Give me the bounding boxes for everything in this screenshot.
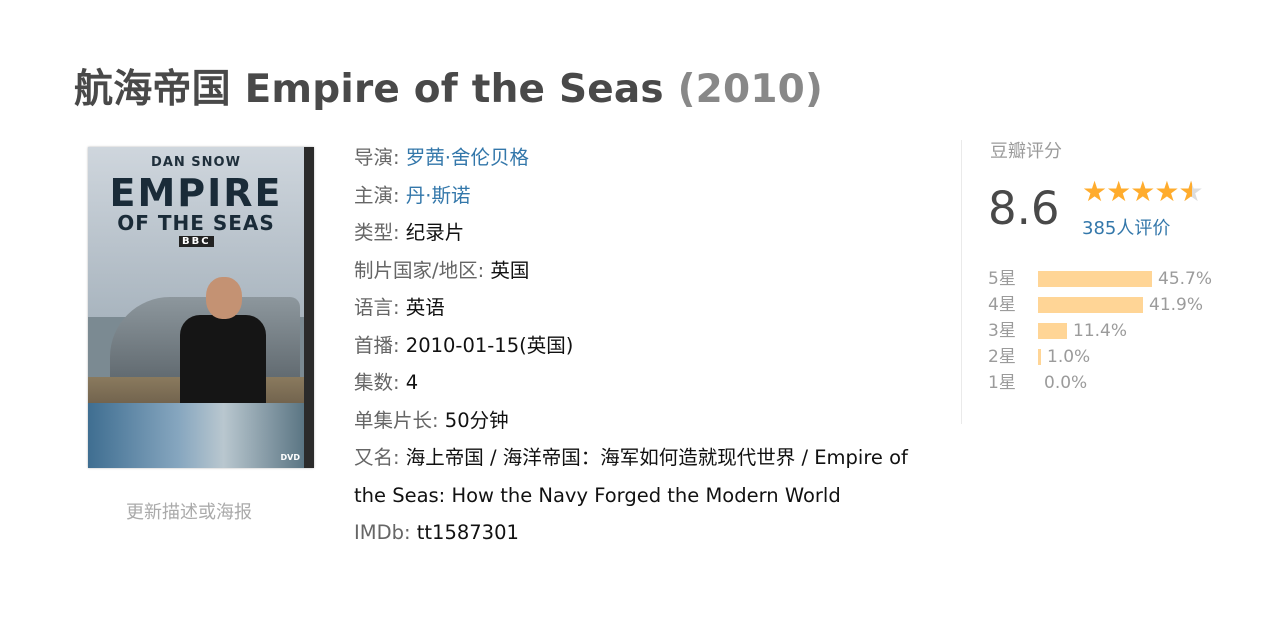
rating-row: 4星 41.9%: [988, 292, 1278, 318]
poster-image[interactable]: DAN SNOW EMPIRE OF THE SEAS BBC DVD: [88, 147, 314, 468]
rating-row-percent: 45.7%: [1158, 269, 1213, 289]
rating-row-percent: 1.0%: [1047, 347, 1091, 367]
info-label: 主演:: [354, 183, 400, 207]
rating-row-percent: 0.0%: [1044, 373, 1088, 393]
info-label: IMDb:: [354, 521, 411, 544]
info-label: 语言:: [354, 296, 400, 319]
imdb-value: tt1587301: [416, 521, 519, 544]
premiere-value: 2010-01-15(英国): [405, 333, 574, 357]
info-label: 又名:: [354, 446, 400, 469]
poster-title-line1: EMPIRE: [109, 171, 283, 215]
rating-row-label: 3星: [988, 321, 1016, 341]
rating-stars: ★★★★★: [1082, 175, 1204, 208]
rating-bar: [1038, 323, 1067, 339]
info-panel: 导演: 罗茜·舍伦贝格 主演: 丹·斯诺 类型: 纪录片 制片国家/地区: 英国…: [354, 139, 934, 552]
rating-bar: [1038, 349, 1041, 365]
rating-row-label: 1星: [988, 373, 1016, 393]
country-value: 英国: [490, 258, 530, 282]
title-year: (2010): [677, 67, 824, 112]
info-row-cast: 主演: 丹·斯诺: [354, 177, 934, 215]
poster-title-line2: OF THE SEAS: [117, 211, 275, 235]
info-row-genre: 类型: 纪录片: [354, 214, 934, 252]
info-row-imdb: IMDb: tt1587301: [354, 514, 934, 552]
language-value: 英语: [405, 296, 445, 319]
info-label: 制片国家/地区:: [354, 258, 485, 282]
aka-value: 海上帝国 / 海洋帝国：海军如何造就现代世界 / Empire of the S…: [354, 446, 908, 507]
star-icon: ★: [1106, 175, 1131, 208]
info-row-runtime: 单集片长: 50分钟: [354, 402, 934, 440]
info-row-country: 制片国家/地区: 英国: [354, 252, 934, 290]
poster-format: DVD: [280, 453, 300, 462]
rating-row: 5星 45.7%: [988, 266, 1278, 292]
info-label: 首播:: [354, 333, 400, 357]
info-label: 类型:: [354, 221, 400, 244]
director-link[interactable]: 罗茜·舍伦贝格: [406, 146, 529, 169]
rating-score: 8.6: [988, 182, 1060, 235]
rating-row-percent: 41.9%: [1149, 295, 1204, 315]
rating-row: 3星 11.4%: [988, 318, 1278, 344]
rating-row-percent: 11.4%: [1073, 321, 1128, 341]
page-title: 航海帝国 Empire of the Seas (2010): [74, 58, 823, 114]
rating-distribution: 5星 45.7% 4星 41.9% 3星 11.4% 2星 1.0% 1星 0.…: [988, 266, 1278, 396]
rating-title: 豆瓣评分: [990, 141, 1062, 162]
info-label: 集数:: [354, 371, 400, 394]
update-poster-link[interactable]: 更新描述或海报: [126, 498, 252, 524]
star-icon: ★: [1082, 175, 1107, 208]
rating-row: 2星 1.0%: [988, 344, 1278, 370]
votes-link[interactable]: 385人评价: [1082, 214, 1170, 240]
info-row-aka: 又名: 海上帝国 / 海洋帝国：海军如何造就现代世界 / Empire of t…: [354, 439, 934, 514]
rating-bar: [1038, 271, 1152, 287]
rating-row: 1星 0.0%: [988, 370, 1278, 396]
info-row-premiere: 首播: 2010-01-15(英国): [354, 327, 934, 365]
cast-link[interactable]: 丹·斯诺: [406, 184, 471, 207]
title-name: 航海帝国 Empire of the Seas: [74, 67, 664, 112]
rating-row-label: 5星: [988, 269, 1016, 289]
rating-bar: [1038, 297, 1143, 313]
info-row-language: 语言: 英语: [354, 289, 934, 327]
rating-row-label: 2星: [988, 347, 1016, 367]
poster-logo: BBC: [179, 236, 214, 247]
section-divider: [961, 140, 962, 424]
genre-value: 纪录片: [405, 221, 465, 244]
runtime-value: 50分钟: [444, 408, 509, 432]
info-row-episodes: 集数: 4: [354, 364, 934, 402]
rating-row-label: 4星: [988, 295, 1016, 315]
info-label: 单集片长:: [354, 408, 439, 432]
info-row-director: 导演: 罗茜·舍伦贝格: [354, 139, 934, 177]
half-star-icon: ★: [1178, 175, 1203, 208]
episodes-value: 4: [405, 371, 419, 394]
poster-author: DAN SNOW: [151, 155, 241, 170]
star-icon: ★: [1154, 175, 1179, 208]
star-icon: ★: [1130, 175, 1155, 208]
info-label: 导演:: [354, 146, 400, 169]
